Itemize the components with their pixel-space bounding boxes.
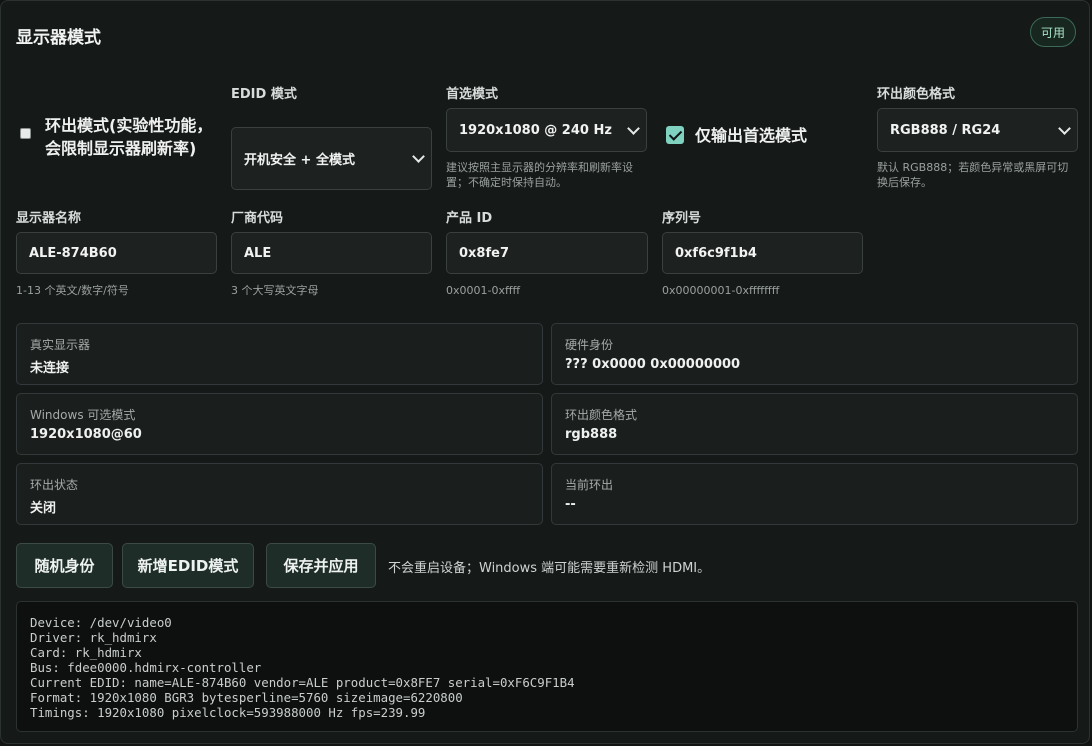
info-value: -- bbox=[565, 497, 576, 512]
serial-label: 序列号 bbox=[662, 211, 702, 226]
color-format-select[interactable]: RGB888 / RG24 bbox=[877, 108, 1078, 152]
info-value: ??? 0x0000 0x00000000 bbox=[565, 357, 741, 372]
info-key: 真实显示器 bbox=[30, 338, 91, 352]
product-id-hint: 0x0001-0xffff bbox=[446, 284, 521, 297]
info-key: 当前环出 bbox=[565, 478, 614, 492]
console-line: Current EDID: name=ALE-874B60 vendor=ALE… bbox=[30, 675, 575, 690]
only-preferred-checkbox[interactable] bbox=[666, 126, 684, 144]
chevron-down-icon bbox=[1058, 121, 1071, 135]
info-value: rgb888 bbox=[565, 427, 618, 442]
loop-state-card: 环出状态 关闭 bbox=[16, 463, 543, 525]
console-line: Driver: rk_hdmirx bbox=[30, 630, 157, 645]
info-value: 1920x1080@60 bbox=[30, 427, 142, 442]
info-key: 环出状态 bbox=[30, 478, 79, 492]
chevron-down-icon bbox=[412, 150, 425, 163]
vendor-code-input[interactable]: ALE bbox=[231, 232, 432, 274]
product-id-input[interactable]: 0x8fe7 bbox=[446, 232, 648, 274]
product-id-label: 产品 ID bbox=[446, 211, 493, 226]
display-name-label: 显示器名称 bbox=[16, 211, 82, 226]
random-identity-button[interactable]: 随机身份 bbox=[16, 543, 113, 588]
page-title: 显示器模式 bbox=[16, 28, 101, 48]
console-line: Format: 1920x1080 BGR3 bytesperline=5760… bbox=[30, 690, 463, 705]
status-badge: 可用 bbox=[1030, 17, 1076, 47]
info-value: 关闭 bbox=[30, 501, 57, 516]
console-line: Device: /dev/video0 bbox=[30, 615, 172, 630]
color-format-value: RGB888 / RG24 bbox=[890, 122, 1001, 138]
display-name-hint: 1-13 个英文/数字/符号 bbox=[16, 284, 129, 297]
info-key: 环出颜色格式 bbox=[565, 408, 638, 422]
color-format-hint: 默认 RGB888；若颜色异常或黑屏可切换后保存。 bbox=[877, 161, 1069, 189]
vendor-code-label: 厂商代码 bbox=[231, 211, 284, 226]
add-edid-mode-button[interactable]: 新增EDID模式 bbox=[122, 543, 254, 588]
loop-mode-label: 环出模式(实验性功能，会限制显示器刷新率) bbox=[45, 116, 213, 158]
console-line: Bus: fdee0000.hdmirx-controller bbox=[30, 660, 262, 675]
real-display-card: 真实显示器 未连接 bbox=[16, 323, 543, 385]
info-key: Windows 可选模式 bbox=[30, 408, 136, 422]
only-preferred-label: 仅输出首选模式 bbox=[695, 126, 808, 145]
display-mode-panel: 显示器模式 可用 环出模式(实验性功能，会限制显示器刷新率) EDID 模式 开… bbox=[0, 0, 1090, 744]
action-note: 不会重启设备；Windows 端可能需要重新检测 HDMI。 bbox=[388, 561, 711, 576]
info-value: 未连接 bbox=[30, 361, 70, 376]
loop-mode-checkbox[interactable] bbox=[20, 128, 31, 139]
device-info-console: Device: /dev/video0 Driver: rk_hdmirx Ca… bbox=[16, 601, 1078, 732]
windows-modes-card: Windows 可选模式 1920x1080@60 bbox=[16, 393, 543, 455]
edid-mode-select[interactable]: 开机安全 + 全模式 bbox=[231, 127, 432, 190]
edid-mode-value: 开机安全 + 全模式 bbox=[244, 153, 355, 168]
chevron-down-icon bbox=[627, 121, 640, 135]
current-loop-card: 当前环出 -- bbox=[551, 463, 1078, 525]
loop-color-card: 环出颜色格式 rgb888 bbox=[551, 393, 1078, 455]
serial-hint: 0x00000001-0xffffffff bbox=[662, 284, 780, 297]
save-apply-button[interactable]: 保存并应用 bbox=[266, 543, 376, 588]
hardware-id-card: 硬件身份 ??? 0x0000 0x00000000 bbox=[551, 323, 1078, 385]
color-format-label: 环出颜色格式 bbox=[877, 87, 956, 102]
preferred-mode-value: 1920x1080 @ 240 Hz bbox=[459, 122, 612, 138]
edid-mode-label: EDID 模式 bbox=[231, 87, 297, 102]
serial-input[interactable]: 0xf6c9f1b4 bbox=[662, 232, 863, 274]
console-line: Timings: 1920x1080 pixelclock=593988000 … bbox=[30, 705, 426, 720]
vendor-code-hint: 3 个大写英文字母 bbox=[231, 284, 319, 297]
preferred-mode-hint: 建议按照主显示器的分辨率和刷新率设置；不确定时保持自动。 bbox=[446, 161, 633, 189]
preferred-mode-label: 首选模式 bbox=[446, 87, 499, 102]
info-key: 硬件身份 bbox=[565, 338, 614, 352]
preferred-mode-select[interactable]: 1920x1080 @ 240 Hz bbox=[446, 108, 647, 152]
display-name-input[interactable]: ALE-874B60 bbox=[16, 232, 217, 274]
console-line: Card: rk_hdmirx bbox=[30, 645, 142, 660]
